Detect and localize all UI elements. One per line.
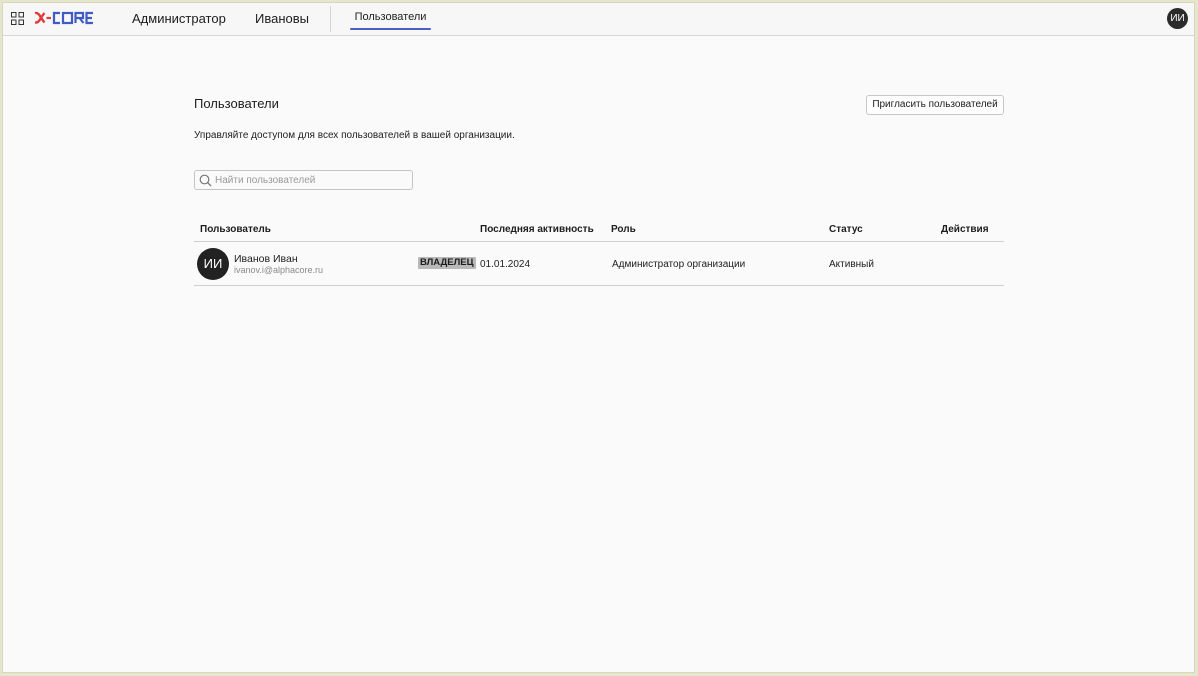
user-avatar[interactable]: ИИ [1167,8,1188,29]
user-email: ivanov.i@alphacore.ru [234,265,324,275]
app-window: Администратор Ивановы Пользователи ИИ По… [2,2,1195,673]
search-icon [199,174,212,187]
grid-icon[interactable] [11,12,24,25]
nav-divider [330,6,331,32]
status-cell: Активный [829,259,874,270]
column-header-user: Пользователь [200,224,271,235]
search-field[interactable] [194,170,413,190]
table-row-divider [194,285,1004,286]
top-bar: Администратор Ивановы Пользователи ИИ [3,3,1194,36]
nav-admin[interactable]: Администратор [132,11,226,26]
column-header-role: Роль [611,224,636,235]
last-activity-cell: 01.01.2024 [480,259,531,270]
column-header-status: Статус [829,224,863,235]
invite-users-button[interactable]: Пригласить пользователей [866,95,1004,115]
tab-users[interactable]: Пользователи [350,3,431,31]
page-subtitle: Управляйте доступом для всех пользовател… [194,130,515,141]
avatar: ИИ [197,248,229,280]
user-name: Иванов Иван [234,253,298,265]
column-header-last-activity: Последняя активность [480,224,594,235]
owner-badge: ВЛАДЕЛЕЦ [418,257,476,269]
table-header-divider [194,241,1004,242]
column-header-actions: Действия [941,224,989,235]
active-tab-indicator [350,28,431,30]
nav-organization[interactable]: Ивановы [255,11,309,26]
alpha-core-logo[interactable] [34,10,114,25]
search-input[interactable] [215,172,407,188]
page-title: Пользователи [194,96,279,111]
role-cell: Администратор организации [612,259,746,270]
